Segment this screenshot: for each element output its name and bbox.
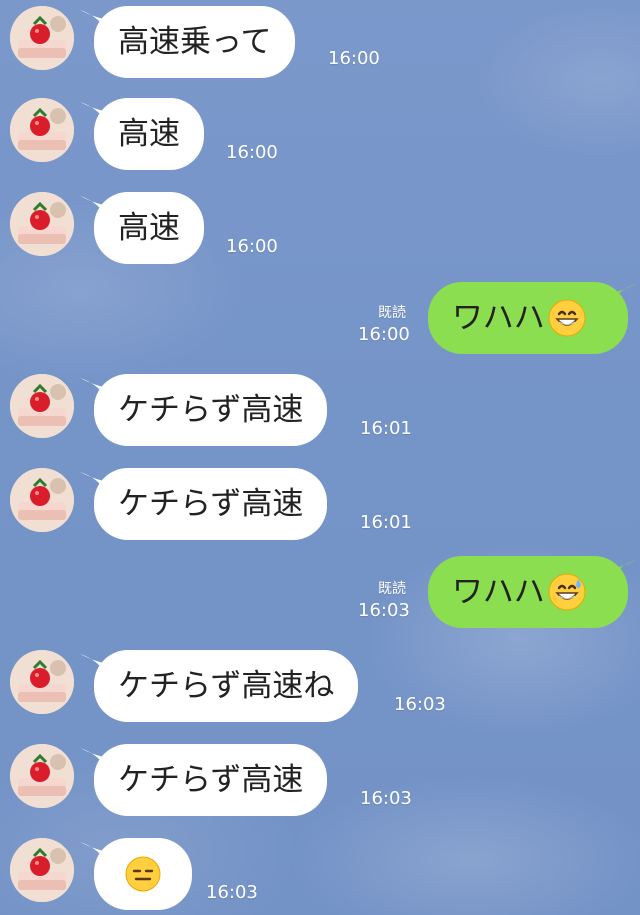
avatar[interactable] xyxy=(10,744,74,808)
message-bubble[interactable]: ケチらず高速ね xyxy=(94,650,359,722)
message-text: ワハハ xyxy=(452,573,545,610)
strawberry-cake-avatar-icon xyxy=(10,192,74,256)
strawberry-cake-avatar-icon xyxy=(10,744,74,808)
message-bubble[interactable]: 高速乗って xyxy=(94,6,296,78)
avatar[interactable] xyxy=(10,6,74,70)
strawberry-cake-avatar-icon xyxy=(10,650,74,714)
avatar[interactable] xyxy=(10,192,74,256)
strawberry-cake-avatar-icon xyxy=(10,374,74,438)
message-bubble[interactable]: 高速 xyxy=(94,192,204,264)
expressionless-face-icon xyxy=(124,855,162,893)
avatar[interactable] xyxy=(10,838,74,902)
message-bubble[interactable]: ワハハ xyxy=(428,282,628,354)
message-bubble[interactable]: 高速 xyxy=(94,98,204,170)
message-text: ケチらず高速 xyxy=(118,761,304,798)
message-time: 16:01 xyxy=(360,512,412,533)
message-bubble[interactable]: ケチらず高速 xyxy=(94,374,328,446)
strawberry-cake-avatar-icon xyxy=(10,468,74,532)
message-time: 16:00 xyxy=(226,142,278,163)
message-time: 16:03 xyxy=(394,694,446,715)
message-text: ワハハ xyxy=(452,299,545,336)
message-time: 16:00 xyxy=(226,236,278,257)
message-time: 16:03 xyxy=(206,882,258,903)
message-time: 16:01 xyxy=(360,418,412,439)
message-bubble[interactable]: ケチらず高速 xyxy=(94,468,328,540)
message-text: 高速乗って xyxy=(118,23,272,60)
avatar[interactable] xyxy=(10,650,74,714)
message-text: ケチらず高速 xyxy=(118,391,304,428)
strawberry-cake-avatar-icon xyxy=(10,838,74,902)
grinning-sweat-face-icon xyxy=(547,572,587,612)
message-text: 高速 xyxy=(118,209,180,246)
read-receipt: 既読 xyxy=(378,581,406,597)
message-text: 高速 xyxy=(118,115,180,152)
message-text: ケチらず高速 xyxy=(118,485,304,522)
message-bubble[interactable] xyxy=(94,838,192,910)
message-bubble[interactable]: ケチらず高速 xyxy=(94,744,328,816)
message-time: 16:03 xyxy=(358,600,410,621)
avatar[interactable] xyxy=(10,98,74,162)
grinning-face-icon xyxy=(547,298,587,338)
message-time: 16:00 xyxy=(358,324,410,345)
message-time: 16:00 xyxy=(328,48,380,69)
message-bubble[interactable]: ワハハ xyxy=(428,556,628,628)
avatar[interactable] xyxy=(10,374,74,438)
avatar[interactable] xyxy=(10,468,74,532)
strawberry-cake-avatar-icon xyxy=(10,98,74,162)
strawberry-cake-avatar-icon xyxy=(10,6,74,70)
read-receipt: 既読 xyxy=(378,305,406,321)
message-text: ケチらず高速ね xyxy=(118,667,335,704)
message-time: 16:03 xyxy=(360,788,412,809)
